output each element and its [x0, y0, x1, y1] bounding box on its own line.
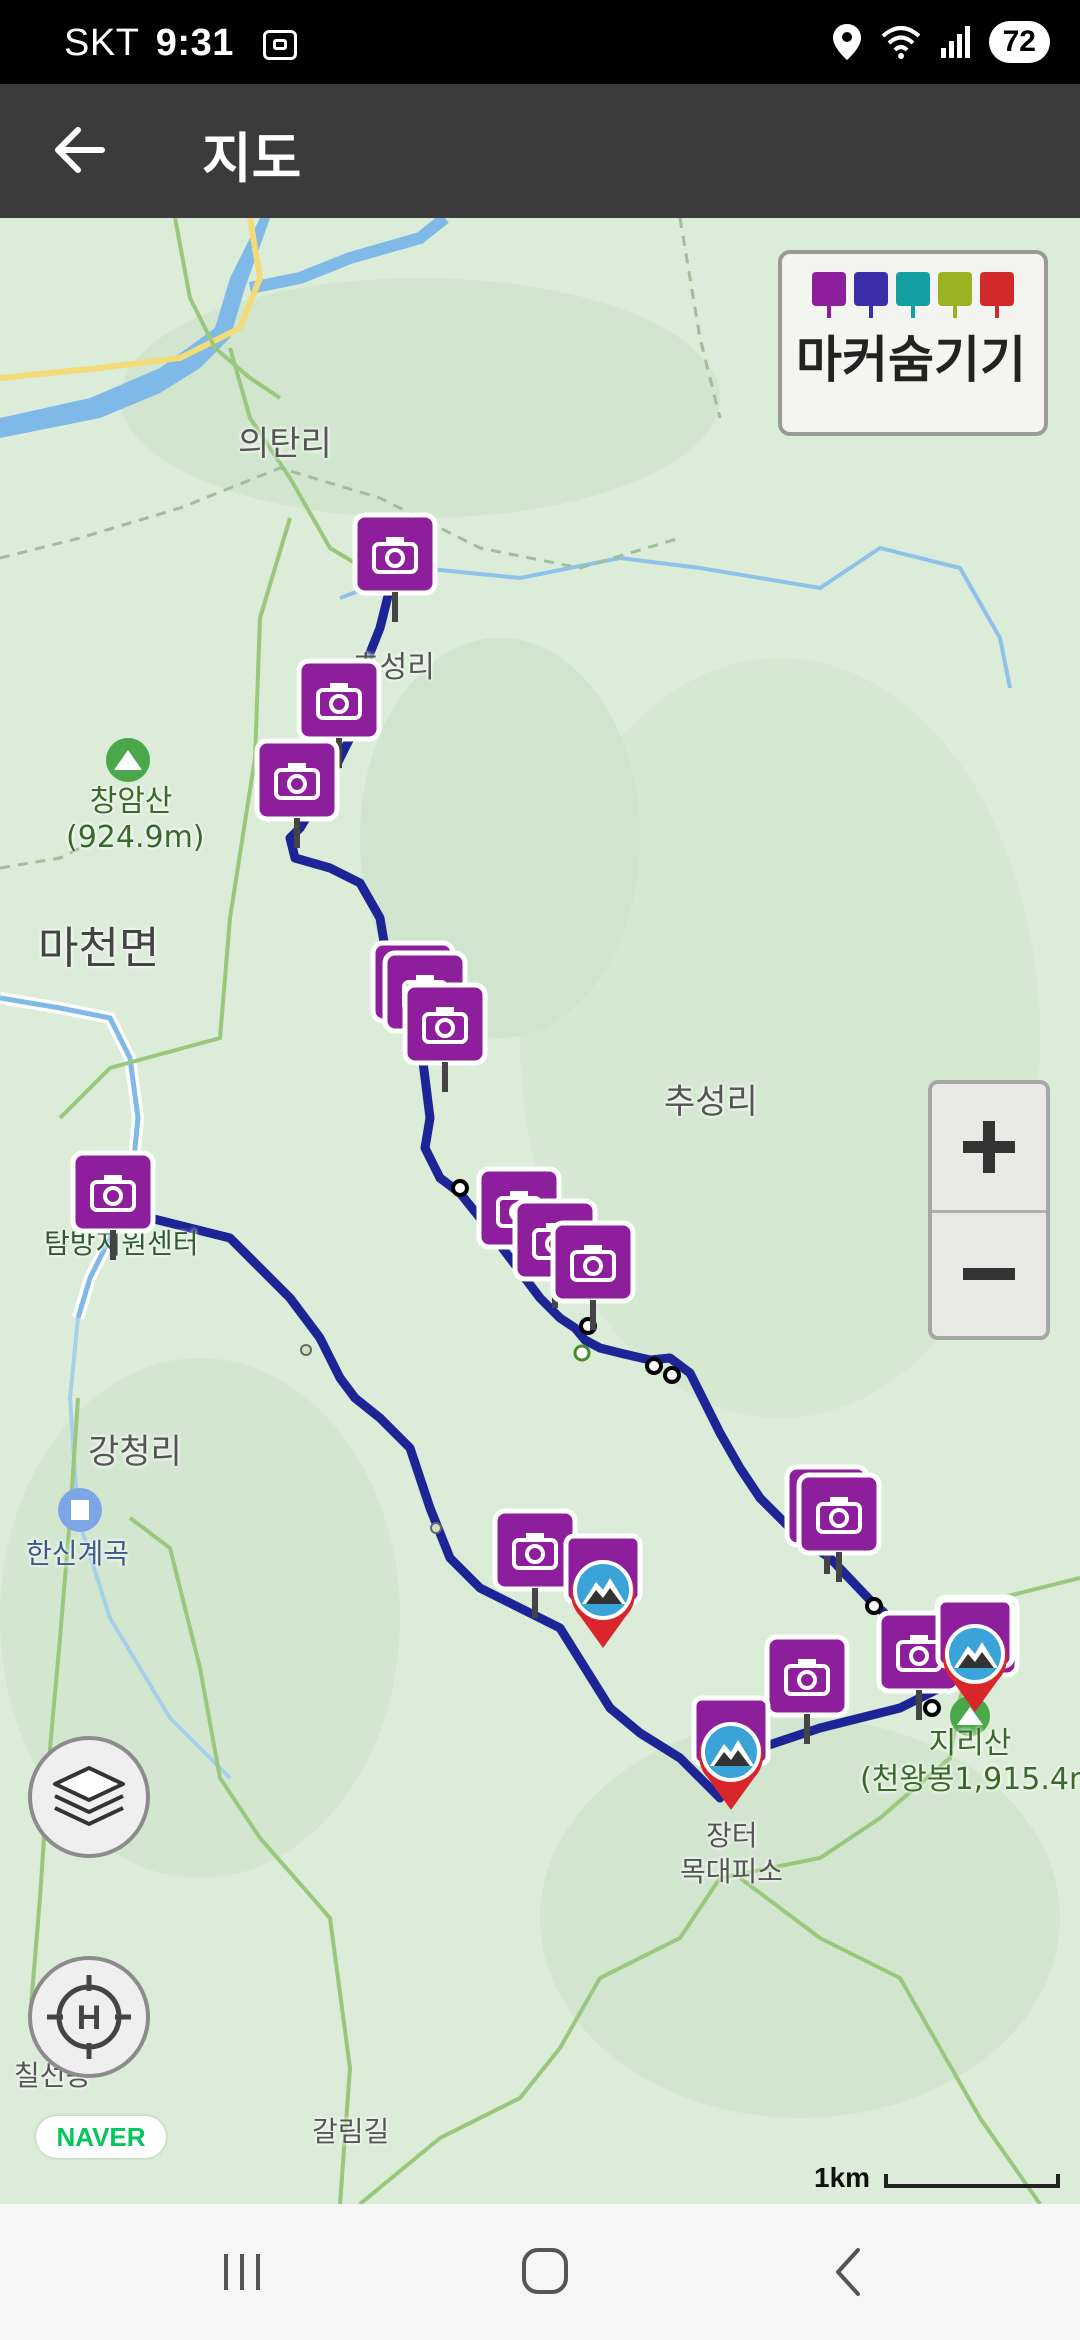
mountain-name: 지리산: [928, 1726, 1012, 1761]
arrow-left-icon: [55, 127, 105, 173]
marker-type-icons: [812, 272, 1014, 318]
chevron-left-icon: [836, 2248, 860, 2296]
system-nav-bar: [0, 2204, 1080, 2340]
hide-markers-label: 마커숨기기: [796, 331, 1026, 389]
photo-marker[interactable]: [70, 1150, 156, 1262]
photo-marker[interactable]: [254, 738, 340, 850]
battery-indicator: 72: [988, 21, 1050, 63]
page-title: 지도: [202, 127, 302, 190]
clock: 9:31: [155, 22, 234, 64]
mountain-badge-icon: [563, 1533, 643, 1648]
camera-icon: [812, 272, 846, 318]
place-label-galrim-gil: 갈림길: [312, 2115, 390, 2148]
photo-marker[interactable]: [352, 512, 438, 624]
mountain-badge-icon: [691, 1695, 771, 1810]
place-label-moktae-pi-so: 목대피소: [680, 1855, 784, 1888]
summit-marker[interactable]: [688, 1692, 774, 1810]
home-icon: [522, 2248, 568, 2294]
camera-icon: [70, 1150, 156, 1260]
photo-marker[interactable]: [402, 982, 488, 1094]
mountain-height: (천왕봉1,915.4m): [860, 1762, 1080, 1797]
mountain-badge-icon: [935, 1597, 1015, 1712]
zoom-controls: [928, 1080, 1050, 1340]
svg-text:H: H: [77, 1999, 102, 2037]
summit-marker[interactable]: [560, 1530, 646, 1648]
mountain-name: 창암산: [89, 784, 173, 819]
status-right: 72: [832, 16, 1050, 68]
status-left: SKT 9:31: [64, 22, 297, 65]
minus-icon: [963, 1268, 1015, 1280]
plus-icon: [963, 1121, 1015, 1173]
mountain-label-jirisan: 지리산 (천왕봉1,915.4m): [860, 1726, 1080, 1798]
video-icon: [854, 272, 888, 318]
microphone-icon: [896, 272, 930, 318]
place-label-jangteo: 장터: [706, 1819, 758, 1852]
place-label-gangcheong-ri: 강청리: [88, 1432, 182, 1472]
scale-bar: [884, 2174, 1060, 2188]
naver-logo: NAVER: [36, 2116, 166, 2158]
camera-icon: [254, 738, 340, 848]
signal-icon: [940, 26, 970, 58]
map-view[interactable]: 의탄리 추성리 창암산 (924.9m) 마천면 추성리 탐방지원센터 강청리 …: [0, 218, 1080, 2204]
recent-apps-icon: [224, 2254, 260, 2290]
hide-markers-button[interactable]: 마커숨기기: [778, 250, 1048, 436]
camera-icon: [550, 1220, 636, 1330]
camera-icon: [764, 1634, 850, 1744]
recent-apps-button[interactable]: [192, 2240, 292, 2304]
zoom-out-button[interactable]: [932, 1211, 1046, 1337]
mountain-height: (924.9m): [66, 820, 205, 855]
location-icon: [832, 24, 861, 60]
home-button[interactable]: [494, 2240, 594, 2304]
current-location-button[interactable]: H: [28, 1956, 150, 2078]
camera-icon: [796, 1472, 882, 1582]
photo-marker[interactable]: [796, 1472, 882, 1584]
scale-label: 1km: [814, 2162, 871, 2193]
memo-icon: [938, 272, 972, 318]
photo-marker[interactable]: [550, 1220, 636, 1332]
back-button[interactable]: [44, 114, 116, 186]
zoom-in-button[interactable]: [932, 1084, 1046, 1213]
layers-button[interactable]: [28, 1736, 150, 1858]
screenshot-icon: [262, 29, 297, 60]
wifi-icon: [881, 26, 920, 59]
place-label-uitan-ri: 의탄리: [238, 424, 332, 464]
place-label-chuseong-ri: 추성리: [664, 1082, 758, 1122]
place-label-macheon-myeon: 마천면: [38, 923, 160, 974]
status-bar: SKT 9:31 72: [0, 0, 1080, 84]
flag-icon: [980, 272, 1014, 318]
camera-icon: [402, 982, 488, 1092]
photo-marker[interactable]: [764, 1634, 850, 1746]
summit-marker[interactable]: [932, 1594, 1018, 1712]
layers-icon: [53, 1766, 125, 1826]
carrier: SKT: [64, 22, 139, 64]
mountain-label-changamsan: 창암산 (924.9m): [66, 784, 205, 856]
crosshair-icon: H: [47, 1975, 131, 2059]
app-bar: 지도: [0, 84, 1080, 218]
system-back-button[interactable]: [800, 2240, 900, 2304]
place-label-hansin-gyegok: 한신계곡: [26, 1537, 130, 1570]
camera-icon: [352, 512, 438, 622]
